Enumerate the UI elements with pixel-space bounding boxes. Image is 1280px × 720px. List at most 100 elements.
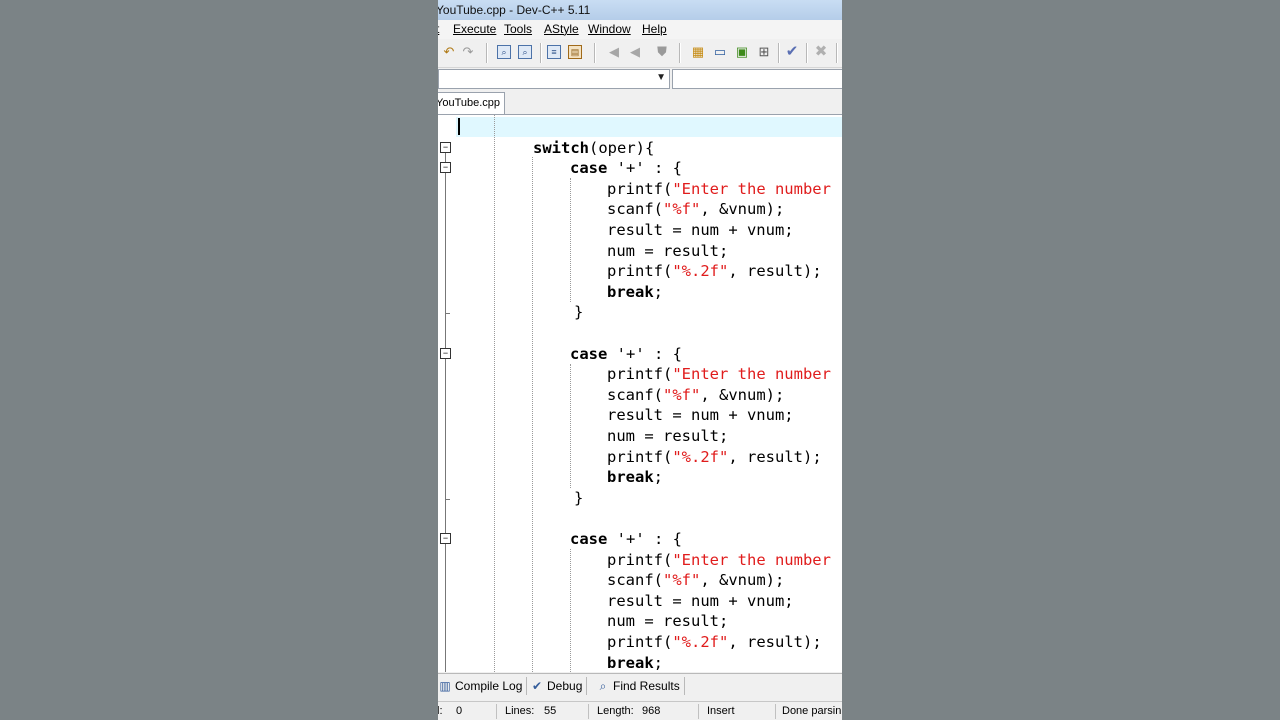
code-token: scanf(: [607, 385, 663, 404]
chevron-down-icon[interactable]: ▼: [656, 72, 666, 83]
code-token: }: [574, 303, 584, 322]
close-icon[interactable]: ✖: [813, 44, 829, 60]
run-icon[interactable]: ▤: [568, 45, 582, 59]
title-bar: YouTube.cpp - Dev-C++ 5.11: [438, 0, 842, 20]
code-token: num = result;: [607, 612, 729, 631]
bottom-panel-tabs: ▥ Compile Log ✔ Debug ⌕ Find Results: [438, 673, 842, 698]
status-col-value: 0: [456, 705, 463, 717]
status-length-label: Length:: [597, 705, 634, 717]
code-token: , result);: [728, 262, 822, 281]
grid-icon[interactable]: ⊞: [756, 44, 772, 60]
code-token: ;: [653, 653, 664, 672]
code-token: '+' : {: [607, 344, 682, 363]
status-lines-label: Lines:: [505, 705, 535, 717]
check-icon: ✔: [531, 679, 543, 693]
status-lines-value: 55: [544, 705, 557, 717]
code-line[interactable]: scanf("%f", &vnum);: [607, 199, 784, 219]
keyword-token: case: [570, 344, 608, 363]
undo-icon[interactable]: ↶: [441, 44, 457, 60]
status-length-value: 968: [642, 705, 661, 717]
string-token: "%f": [663, 200, 701, 219]
tab-compile-log[interactable]: ▥ Compile Log: [438, 677, 528, 695]
status-message: Done parsin: [782, 705, 842, 717]
code-line[interactable]: scanf("%f", &vnum);: [607, 570, 784, 590]
fold-gutter: − − − −: [438, 115, 456, 672]
code-line[interactable]: case '+' : {: [570, 529, 682, 549]
keyword-token: break: [607, 653, 654, 672]
compile-icon[interactable]: ≡: [547, 45, 561, 59]
member-select[interactable]: [672, 69, 842, 89]
code-token: , &vnum);: [700, 385, 785, 404]
code-line[interactable]: num = result;: [607, 611, 728, 631]
unindent-icon[interactable]: ◀: [627, 44, 643, 60]
code-line[interactable]: printf("Enter the number: [607, 550, 831, 570]
menu-execute[interactable]: Execute: [453, 20, 496, 39]
code-line[interactable]: printf("%.2f", result);: [607, 447, 822, 467]
keyword-token: case: [570, 530, 608, 548]
tab-debug[interactable]: ✔ Debug: [530, 677, 588, 695]
code-line[interactable]: case '+' : {: [570, 158, 682, 178]
code-line[interactable]: }: [574, 302, 583, 322]
replace-icon[interactable]: ⌕: [518, 45, 532, 59]
string-token: "%.2f": [672, 447, 729, 466]
code-token: num = result;: [607, 427, 729, 445]
bookmark-icon[interactable]: ⛊: [654, 44, 670, 60]
check-icon[interactable]: ✔: [784, 44, 800, 60]
bar-chart-icon: ▥: [439, 679, 451, 693]
code-token: result = num + vnum;: [607, 221, 794, 239]
find-icon[interactable]: ⌕: [497, 45, 511, 59]
code-line[interactable]: break;: [607, 653, 663, 672]
code-line[interactable]: printf("%.2f", result);: [607, 632, 822, 652]
menu-window[interactable]: Window: [588, 20, 631, 39]
indent-icon[interactable]: ◀: [606, 44, 622, 60]
code-line[interactable]: result = num + vnum;: [607, 405, 794, 425]
code-editor[interactable]: − − − − switch(oper){case '+' : {printf(…: [438, 115, 842, 672]
code-line[interactable]: case '+' : {: [570, 344, 682, 364]
code-line[interactable]: num = result;: [607, 426, 728, 446]
code-line[interactable]: num = result;: [607, 241, 728, 261]
code-token: printf(: [607, 365, 673, 384]
code-line[interactable]: result = num + vnum;: [607, 591, 794, 611]
code-line[interactable]: scanf("%f", &vnum);: [607, 385, 784, 405]
code-token: '+' : {: [607, 159, 682, 178]
menu-help[interactable]: Help: [642, 20, 667, 39]
menu-astyle[interactable]: AStyle: [544, 20, 579, 39]
toggle-icon[interactable]: ▣: [734, 44, 750, 60]
current-line-highlight: [456, 117, 842, 137]
code-token: printf(: [607, 550, 673, 569]
code-token: printf(: [607, 633, 673, 651]
devcpp-window: YouTube.cpp - Dev-C++ 5.11 t Execute Too…: [438, 0, 842, 720]
fold-toggle-icon[interactable]: −: [440, 533, 451, 544]
string-token: "%f": [663, 571, 701, 590]
new-project-icon[interactable]: ▦: [690, 44, 706, 60]
text-caret: [458, 118, 460, 135]
code-line[interactable]: printf("Enter the number: [607, 179, 831, 199]
tab-find-results[interactable]: ⌕ Find Results: [596, 677, 685, 695]
editor-tab-bar: YouTube.cpp: [438, 90, 842, 115]
fold-toggle-icon[interactable]: −: [440, 348, 451, 359]
menu-bar: t Execute Tools AStyle Window Help: [438, 20, 842, 39]
menu-tools[interactable]: Tools: [504, 20, 532, 39]
fold-toggle-icon[interactable]: −: [440, 162, 451, 173]
fold-toggle-icon[interactable]: −: [440, 142, 451, 153]
code-line[interactable]: break;: [607, 467, 663, 487]
code-line[interactable]: }: [574, 488, 583, 508]
keyword-token: switch: [533, 138, 589, 157]
menu-edit[interactable]: t: [438, 20, 439, 39]
tab-youtube-cpp[interactable]: YouTube.cpp: [438, 92, 505, 114]
code-token: printf(: [607, 179, 673, 198]
redo-icon[interactable]: ↷: [460, 44, 476, 60]
code-line[interactable]: result = num + vnum;: [607, 220, 794, 240]
window-icon[interactable]: ▭: [712, 44, 728, 60]
code-token: }: [574, 488, 584, 507]
string-token: "Enter the number: [672, 365, 831, 384]
code-token: result = num + vnum;: [607, 406, 794, 425]
code-line[interactable]: printf("Enter the number: [607, 364, 831, 384]
code-line[interactable]: break;: [607, 282, 663, 302]
class-select[interactable]: ▼: [438, 69, 670, 89]
code-line[interactable]: printf("%.2f", result);: [607, 261, 822, 281]
code-line[interactable]: switch(oper){: [533, 138, 654, 158]
keyword-token: case: [570, 159, 608, 178]
keyword-token: break: [607, 282, 654, 301]
status-col-label: l:: [438, 705, 443, 717]
